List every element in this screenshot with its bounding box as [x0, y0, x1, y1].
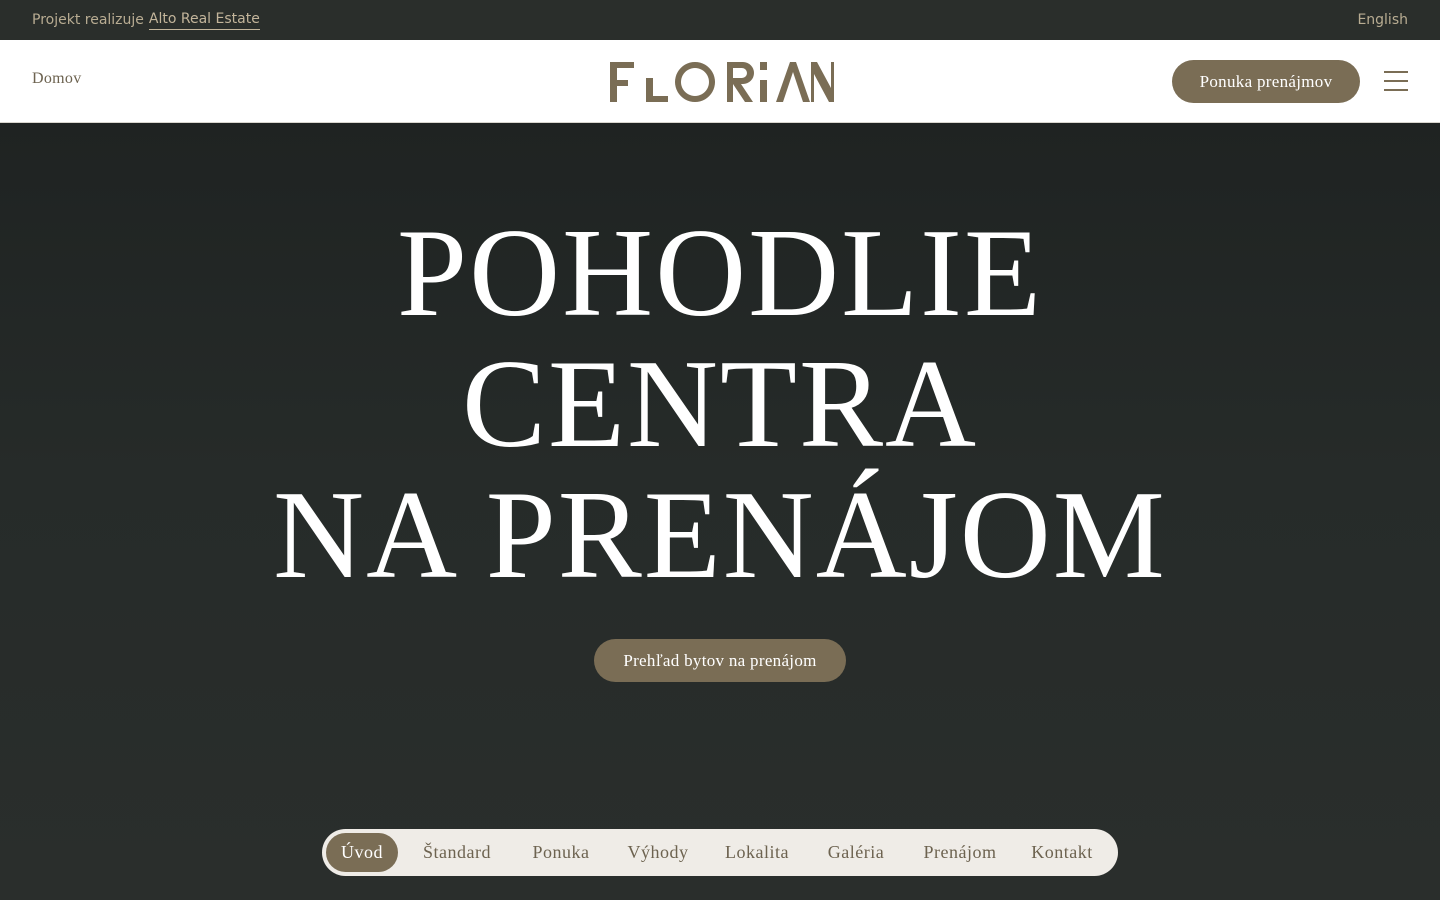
- home-link[interactable]: Domov: [32, 70, 82, 88]
- credit-prefix: Projekt realizuje: [32, 12, 144, 28]
- section-nav-item-vyhody[interactable]: Výhody: [606, 833, 710, 872]
- rental-offer-button[interactable]: Ponuka prenájmov: [1172, 60, 1360, 103]
- alto-real-estate-link[interactable]: Alto Real Estate: [148, 11, 260, 30]
- hero-title-line-3: NA PRENÁJOM: [273, 466, 1167, 605]
- project-credit: Projekt realizuje Alto Real Estate: [32, 11, 260, 30]
- section-nav-item-ponuka[interactable]: Ponuka: [516, 833, 606, 872]
- section-nav: Úvod Štandard Ponuka Výhody Lokalita Gal…: [322, 829, 1118, 876]
- section-nav-item-uvod[interactable]: Úvod: [326, 833, 398, 872]
- site-header: Domov Ponuka prenájmov: [0, 40, 1440, 123]
- hero-title-line-2: CENTRA: [462, 335, 978, 474]
- section-nav-item-galeria[interactable]: Galéria: [804, 833, 908, 872]
- hero-section: POHODLIE CENTRA NA PRENÁJOM Prehľad byto…: [0, 123, 1440, 900]
- apartments-overview-button[interactable]: Prehľad bytov na prenájom: [594, 639, 846, 682]
- hamburger-menu-icon[interactable]: [1384, 71, 1408, 91]
- language-switch-link[interactable]: English: [1357, 12, 1408, 28]
- section-nav-item-standard[interactable]: Štandard: [398, 833, 516, 872]
- section-nav-item-prenajom[interactable]: Prenájom: [908, 833, 1012, 872]
- florian-logo-mark: [610, 62, 834, 102]
- section-nav-item-lokalita[interactable]: Lokalita: [710, 833, 804, 872]
- section-nav-item-kontakt[interactable]: Kontakt: [1012, 833, 1112, 872]
- hero-title: POHODLIE CENTRA NA PRENÁJOM: [0, 208, 1440, 601]
- hero-title-line-1: POHODLIE: [397, 204, 1043, 343]
- florian-logo[interactable]: [606, 58, 834, 106]
- top-bar: Projekt realizuje Alto Real Estate Engli…: [0, 0, 1440, 40]
